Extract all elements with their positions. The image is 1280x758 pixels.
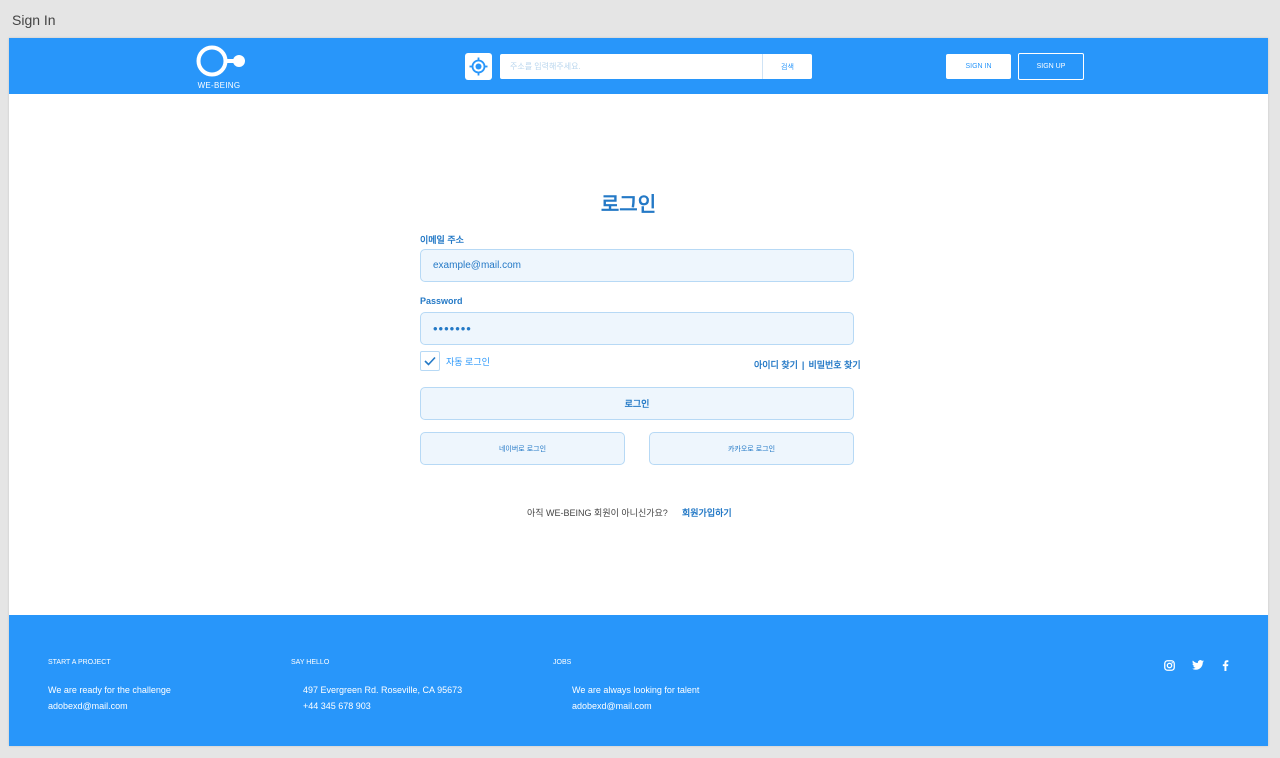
auto-login-checkbox[interactable]	[420, 351, 440, 371]
find-id-link[interactable]: 아이디 찾기	[754, 360, 798, 370]
link-separator: |	[801, 360, 805, 370]
footer-project-email[interactable]: adobexd@mail.com	[48, 701, 128, 711]
instagram-icon[interactable]	[1162, 658, 1176, 672]
crosshair-icon	[469, 57, 488, 76]
location-button[interactable]	[465, 53, 492, 80]
naver-login-button[interactable]: 네이버로 로그인	[420, 432, 625, 465]
footer-phone[interactable]: +44 345 678 903	[303, 701, 371, 711]
kakao-login-button[interactable]: 카카오로 로그인	[649, 432, 854, 465]
footer-heading-project: START A PROJECT	[48, 659, 111, 666]
signup-link[interactable]: 회원가입하기	[682, 506, 732, 519]
login-button[interactable]: 로그인	[420, 387, 854, 420]
find-account-links: 아이디 찾기 | 비밀번호 찾기	[754, 358, 861, 371]
footer-jobs-text: We are always looking for talent	[572, 685, 700, 695]
footer: START A PROJECT We are ready for the cha…	[9, 615, 1268, 746]
logo-text: WE-BEING	[197, 81, 241, 90]
email-field[interactable]	[420, 249, 854, 282]
footer-project-text: We are ready for the challenge	[48, 685, 171, 695]
password-field[interactable]	[420, 312, 854, 345]
footer-heading-jobs: JOBS	[553, 659, 572, 666]
window-title: Sign In	[12, 12, 56, 28]
check-icon	[424, 356, 436, 366]
page-canvas: WE-BEING 검색 SIGN IN SIGN UP 로그인 이메일 주소 P…	[9, 38, 1268, 746]
find-password-link[interactable]: 비밀번호 찾기	[808, 360, 860, 370]
address-search-input[interactable]	[500, 54, 762, 79]
footer-address: 497 Evergreen Rd. Roseville, CA 95673	[303, 685, 463, 695]
login-title: 로그인	[600, 194, 657, 216]
signup-prompt: 아직 WE-BEING 회원이 아니신가요?	[527, 508, 668, 518]
search-button[interactable]: 검색	[762, 54, 812, 79]
email-label: 이메일 주소	[420, 235, 464, 245]
facebook-icon[interactable]	[1218, 658, 1232, 672]
header: WE-BEING 검색 SIGN IN SIGN UP	[9, 38, 1268, 94]
twitter-icon[interactable]	[1191, 658, 1205, 672]
sign-in-button[interactable]: SIGN IN	[946, 54, 1011, 79]
footer-jobs-email[interactable]: adobexd@mail.com	[572, 701, 652, 711]
logo-icon	[196, 45, 245, 77]
sign-up-button[interactable]: SIGN UP	[1018, 53, 1084, 80]
logo[interactable]: WE-BEING	[195, 44, 249, 90]
footer-heading-hello: SAY HELLO	[291, 659, 330, 666]
password-label: Password	[420, 296, 463, 306]
auto-login-label: 자동 로그인	[446, 357, 490, 367]
